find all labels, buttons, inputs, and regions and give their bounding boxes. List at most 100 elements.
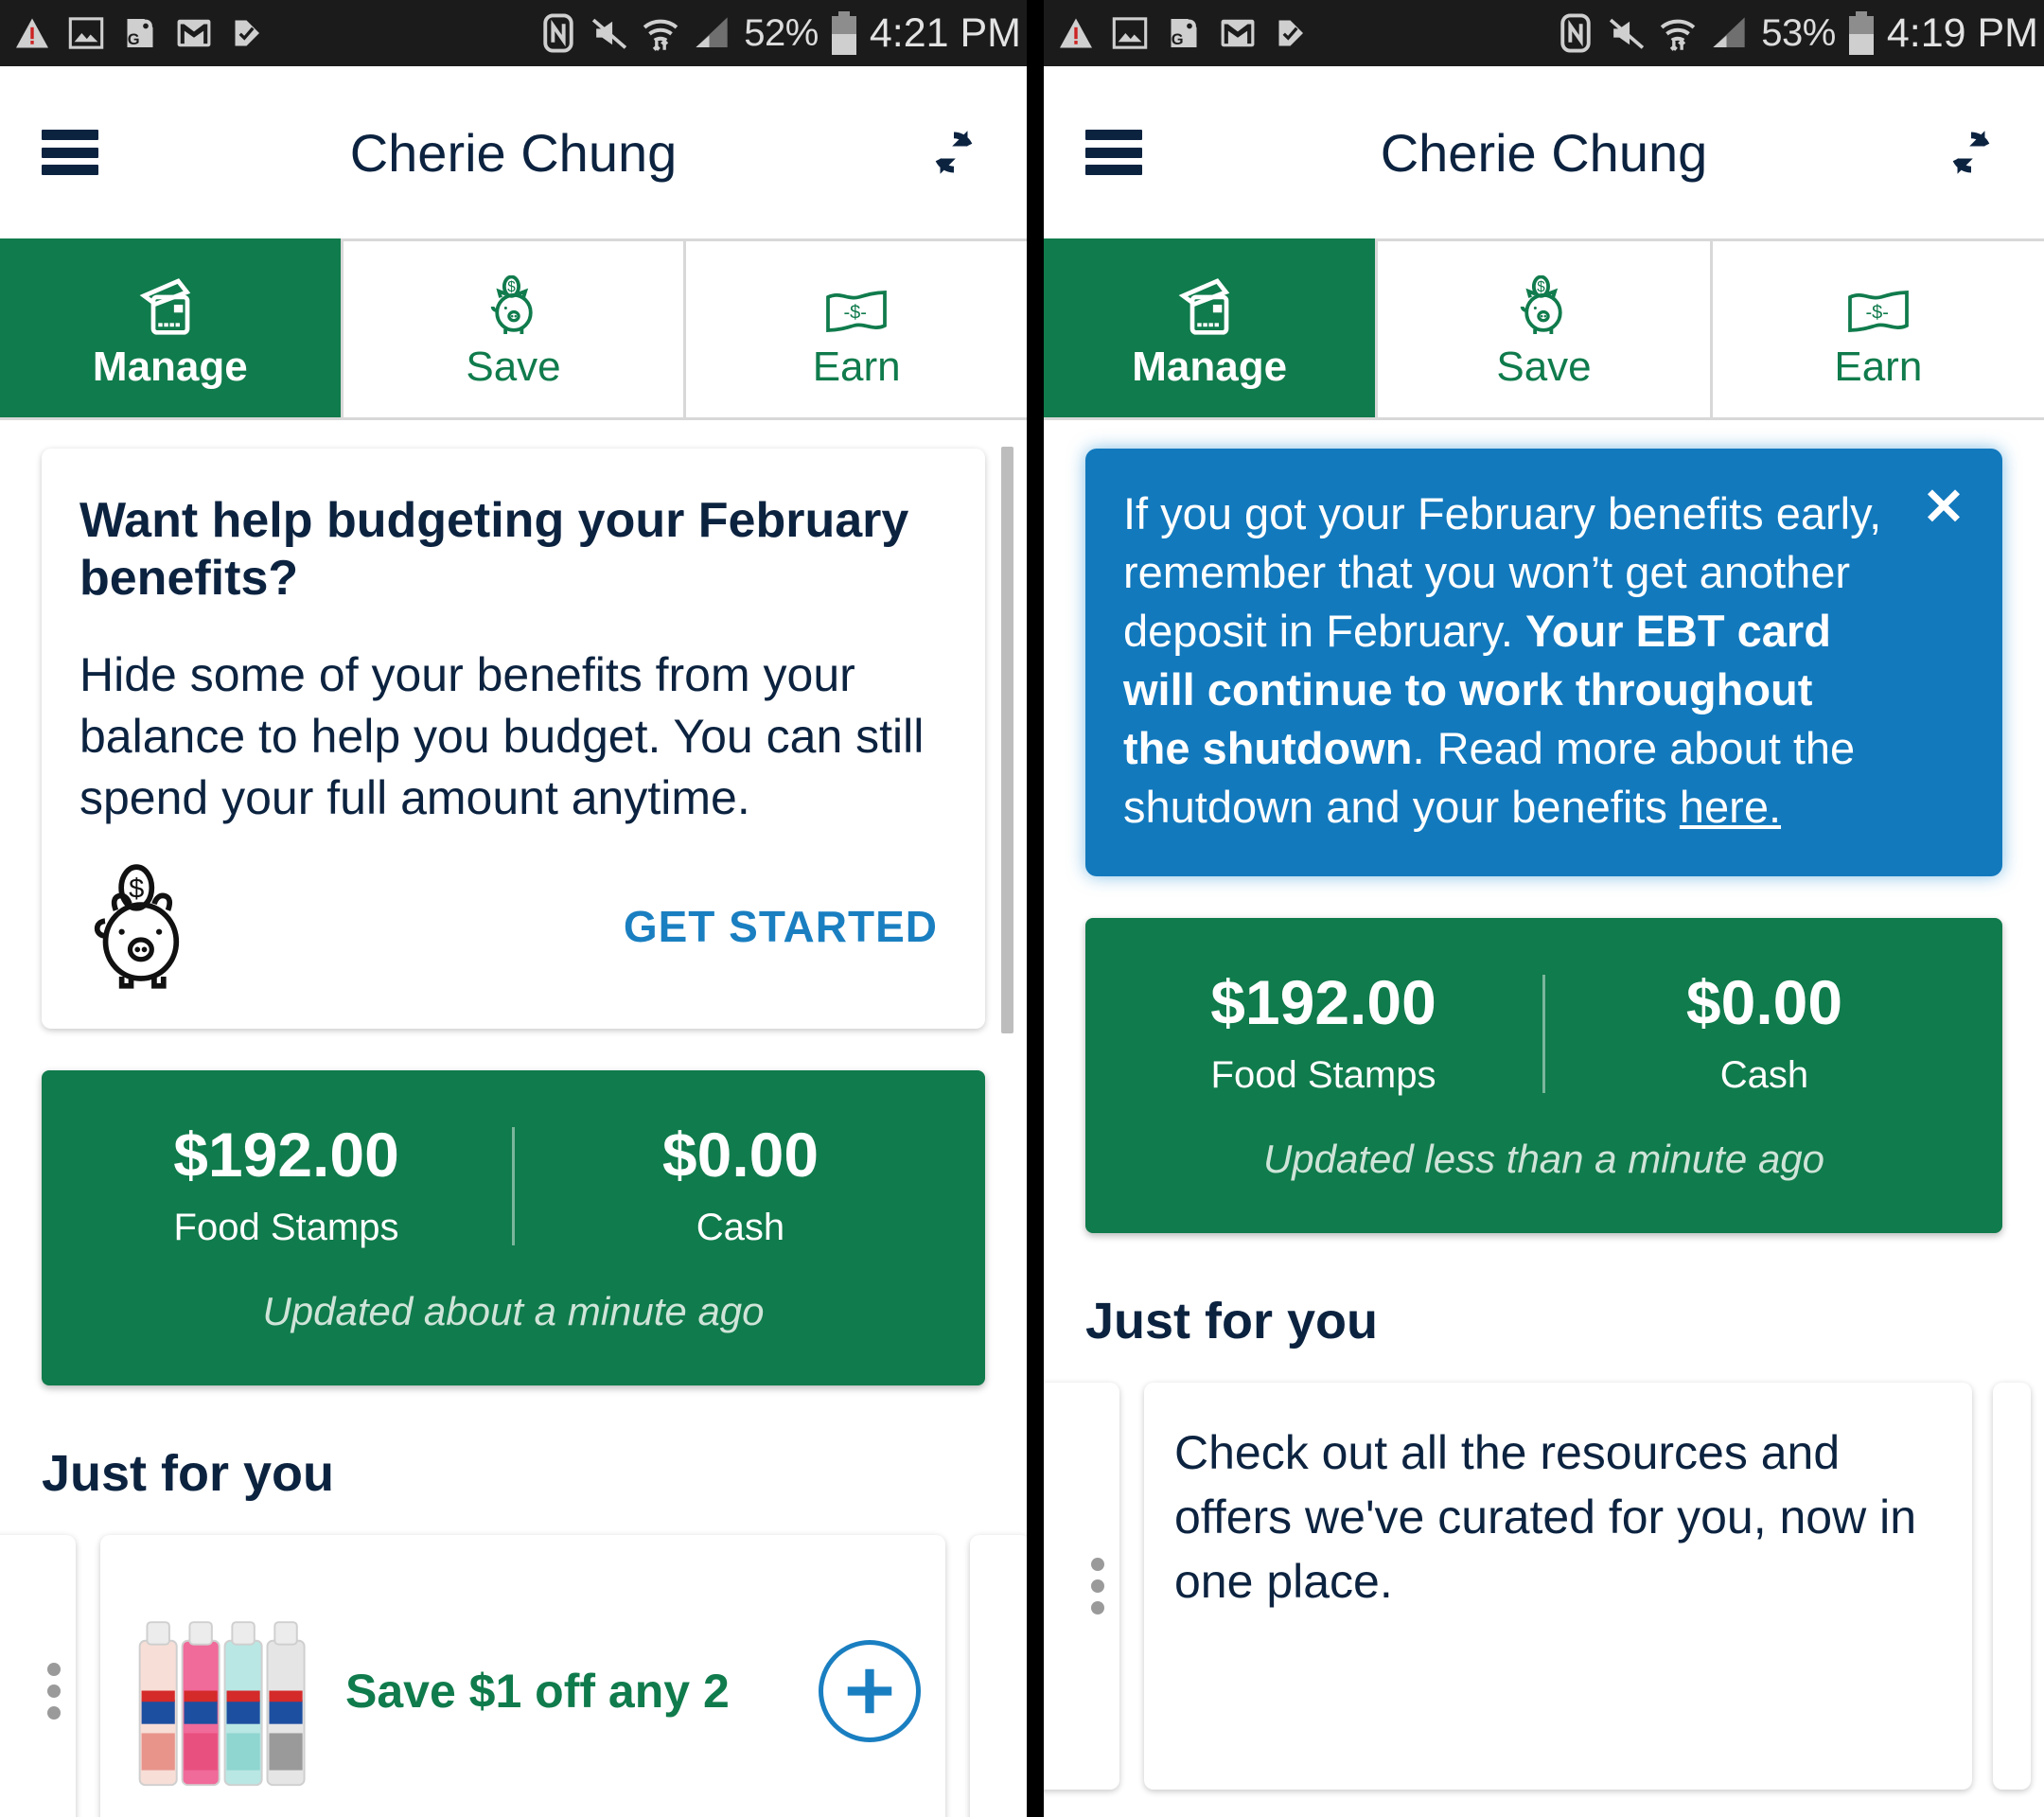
food-stamps-balance: $192.00 Food Stamps — [61, 1123, 512, 1249]
clock: 4:19 PM — [1886, 9, 2038, 56]
tab-label: Earn — [812, 344, 901, 390]
tab-manage[interactable]: Manage — [0, 238, 341, 417]
three-dots-icon[interactable] — [1091, 1558, 1104, 1615]
refresh-icon[interactable] — [923, 121, 985, 184]
food-stamps-amount: $192.00 — [1210, 967, 1436, 1038]
svg-text:$: $ — [507, 279, 516, 295]
battery-icon — [1848, 11, 1874, 55]
just-for-you-carousel[interactable]: Check out all the resources and offers w… — [1044, 1383, 2031, 1791]
budget-help-card[interactable]: Want help budgeting your February benefi… — [42, 449, 985, 1029]
tab-bar: Manage $ Save -$- Earn — [0, 238, 1027, 420]
offer-card[interactable]: Save $1 off any 2 — [100, 1534, 945, 1817]
three-dots-icon[interactable] — [47, 1662, 61, 1720]
food-stamps-balance: $192.00 Food Stamps — [1104, 971, 1542, 1097]
wifi-icon — [642, 12, 679, 54]
offer-card[interactable]: Check out all the resources and offers w… — [1144, 1383, 1972, 1791]
status-bar-left-icons: G — [1057, 12, 1311, 54]
cell-signal-icon — [1710, 12, 1748, 54]
close-icon[interactable]: ✕ — [1917, 481, 1970, 534]
tab-manage[interactable]: Manage — [1044, 238, 1376, 417]
balance-card[interactable]: $192.00 Food Stamps $0.00 Cash Updated a… — [42, 1069, 985, 1385]
shutdown-alert-banner: If you got your February benefits early,… — [1085, 449, 2002, 877]
food-stamps-label: Food Stamps — [173, 1206, 399, 1248]
svg-text:-$-: -$- — [844, 303, 867, 324]
phone-screenshot-right: G 53% 4:19 PM Cherie Chung Manage $ Save… — [1044, 0, 2044, 1817]
battery-icon — [831, 11, 856, 55]
battery-percent: 53% — [1761, 11, 1836, 54]
svg-text:-$-: -$- — [1865, 303, 1888, 324]
battery-percent: 52% — [744, 11, 819, 54]
nfc-icon — [1557, 12, 1595, 54]
svg-text:G: G — [1172, 31, 1184, 48]
svg-text:$: $ — [129, 873, 144, 904]
gmail-icon — [1219, 12, 1257, 54]
tab-label: Save — [1496, 344, 1592, 390]
tab-earn[interactable]: -$- Earn — [683, 238, 1027, 417]
hamburger-icon[interactable] — [42, 130, 98, 175]
photo-icon — [1111, 12, 1149, 54]
tab-save[interactable]: $ Save — [1375, 238, 1710, 417]
dollar-bill-icon: -$- — [823, 268, 890, 338]
carousel-peek-card-left[interactable] — [0, 1534, 76, 1817]
clock: 4:21 PM — [869, 9, 1021, 56]
cards-icon — [1175, 268, 1243, 338]
photo-icon — [67, 12, 105, 54]
tab-label: Manage — [92, 344, 248, 390]
tab-label: Manage — [1132, 344, 1288, 390]
budget-card-body: Hide some of your benefits from your bal… — [79, 647, 925, 824]
phone-screenshot-left: G 52% 4:21 PM Cherie Chung Manage $ Save… — [0, 0, 1027, 1817]
balance-card[interactable]: $192.00 Food Stamps $0.00 Cash Updated l… — [1085, 918, 2002, 1234]
mute-icon — [590, 12, 628, 54]
scroll-content: Want help budgeting your February benefi… — [0, 420, 1027, 1817]
status-bar-right-icons: 53% 4:19 PM — [1557, 10, 2038, 57]
carousel-peek-card-left[interactable] — [1044, 1383, 1119, 1791]
page-title: Cherie Chung — [1380, 122, 1708, 183]
screenshot-stage: G 52% 4:21 PM Cherie Chung Manage $ Save… — [0, 0, 2044, 1817]
cash-amount: $0.00 — [661, 1119, 819, 1190]
scroll-content: If you got your February benefits early,… — [1044, 420, 2044, 1817]
alert-here-link[interactable]: here. — [1680, 782, 1781, 832]
wifi-icon — [1659, 12, 1697, 54]
piggy-bank-icon: $ — [1512, 268, 1575, 338]
tab-bar: Manage $ Save -$- Earn — [1044, 238, 2044, 420]
svg-text:G: G — [128, 31, 140, 48]
google-maps-icon: G — [1165, 12, 1203, 54]
just-for-you-carousel[interactable]: Save $1 off any 2 — [0, 1534, 1027, 1817]
get-started-button[interactable]: GET STARTED — [624, 901, 947, 952]
status-bar-right-icons: 52% 4:21 PM — [539, 10, 1021, 57]
checkmark-app-icon — [1273, 12, 1311, 54]
piggy-bank-icon: $ — [79, 863, 207, 991]
carousel-peek-card-right[interactable] — [970, 1534, 1027, 1817]
vertical-scrollbar[interactable] — [1001, 447, 1013, 1033]
cash-label: Cash — [1719, 1054, 1809, 1097]
nfc-icon — [539, 12, 577, 54]
cash-amount: $0.00 — [1685, 967, 1843, 1038]
tab-earn[interactable]: -$- Earn — [1709, 238, 2044, 417]
piggy-bank-icon: $ — [483, 268, 545, 338]
cell-signal-icon — [693, 12, 731, 54]
just-for-you-heading: Just for you — [1085, 1293, 1379, 1350]
carousel-peek-card-right[interactable] — [1993, 1383, 2031, 1791]
budget-card-title: Want help budgeting your February benefi… — [79, 493, 909, 607]
just-for-you-heading: Just for you — [42, 1444, 335, 1502]
food-stamps-amount: $192.00 — [173, 1119, 399, 1190]
refresh-icon[interactable] — [1940, 121, 2002, 184]
status-bar-left-icons: G — [13, 12, 267, 54]
google-maps-icon: G — [121, 12, 159, 54]
plus-icon[interactable] — [819, 1639, 921, 1742]
suave-body-wash-bottles-image — [125, 1589, 328, 1792]
tab-save[interactable]: $ Save — [340, 238, 684, 417]
offer-card-text: Save $1 off any 2 — [345, 1664, 730, 1718]
warning-triangle-icon — [13, 12, 51, 54]
gmail-icon — [175, 12, 213, 54]
page-title: Cherie Chung — [349, 122, 678, 183]
tab-label: Earn — [1834, 344, 1923, 390]
balance-updated-text: Updated about a minute ago — [262, 1288, 765, 1333]
hamburger-icon[interactable] — [1085, 130, 1142, 175]
offer-card-text: Check out all the resources and offers w… — [1174, 1426, 1917, 1609]
checkmark-app-icon — [229, 12, 267, 54]
svg-text:$: $ — [1538, 279, 1546, 295]
app-bar: Cherie Chung — [0, 66, 1027, 238]
warning-triangle-icon — [1057, 12, 1095, 54]
panel-divider — [1027, 0, 1044, 1817]
